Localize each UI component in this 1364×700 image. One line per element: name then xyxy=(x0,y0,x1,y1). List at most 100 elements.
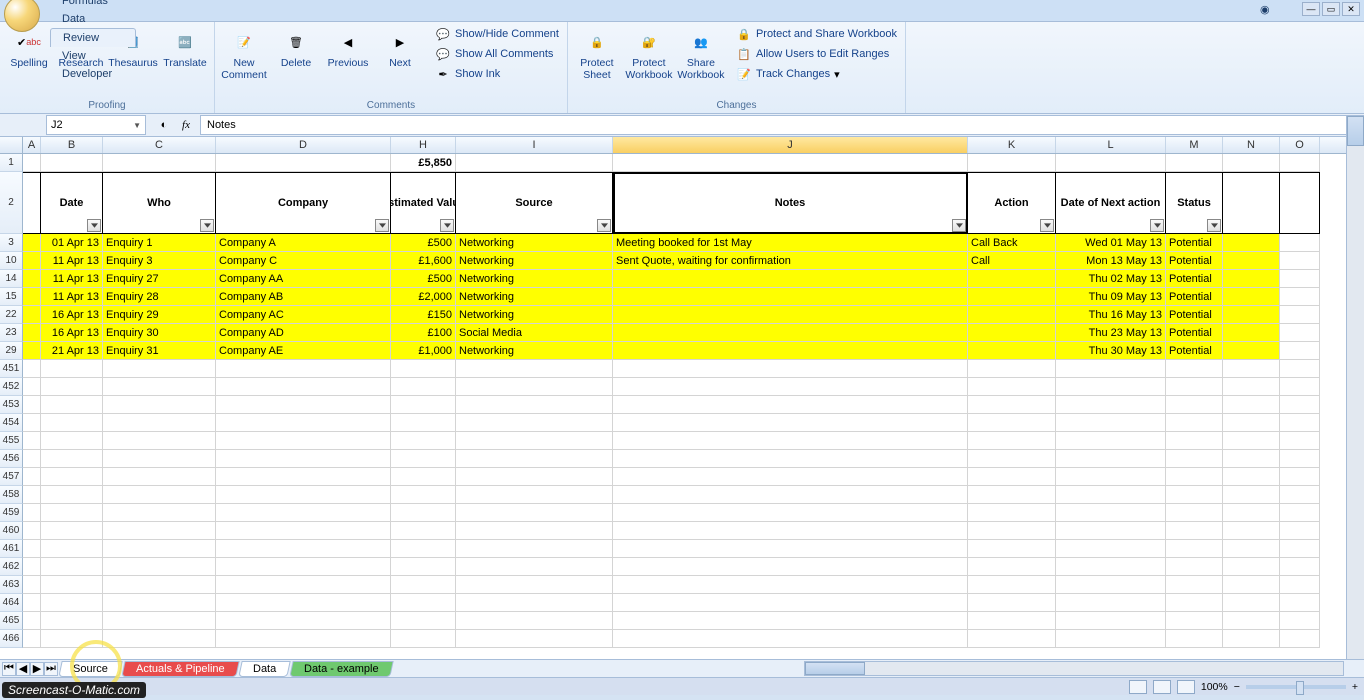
cell[interactable] xyxy=(968,540,1056,558)
cell[interactable] xyxy=(103,558,216,576)
cell[interactable] xyxy=(1056,540,1166,558)
cell[interactable] xyxy=(968,342,1056,360)
help-icon[interactable]: ◉ xyxy=(1260,3,1274,16)
cell[interactable] xyxy=(103,378,216,396)
column-header-C[interactable]: C xyxy=(103,137,216,153)
select-all-corner[interactable] xyxy=(0,137,23,153)
row-header-29[interactable]: 29 xyxy=(0,342,23,360)
row-header-454[interactable]: 454 xyxy=(0,414,23,432)
prev-sheet-button[interactable]: ◀ xyxy=(16,662,30,676)
cell[interactable]: Networking xyxy=(456,306,613,324)
cell[interactable] xyxy=(1056,414,1166,432)
cell[interactable] xyxy=(1223,432,1280,450)
cell[interactable] xyxy=(41,522,103,540)
cell[interactable] xyxy=(391,360,456,378)
cell[interactable] xyxy=(456,558,613,576)
sheet-tab-data-example[interactable]: Data - example xyxy=(289,661,393,677)
cell[interactable] xyxy=(968,594,1056,612)
cell[interactable] xyxy=(41,486,103,504)
cell[interactable] xyxy=(23,360,41,378)
cell[interactable] xyxy=(23,522,41,540)
cell[interactable] xyxy=(1223,288,1280,306)
protect-workbook-button[interactable]: 🔐Protect Workbook xyxy=(624,24,674,96)
cell[interactable] xyxy=(968,468,1056,486)
filter-button[interactable] xyxy=(87,219,101,232)
protect-sheet-button[interactable]: 🔒Protect Sheet xyxy=(572,24,622,96)
cell[interactable] xyxy=(391,450,456,468)
cell[interactable] xyxy=(1280,432,1320,450)
cell[interactable]: £5,850 xyxy=(391,154,456,172)
cell[interactable] xyxy=(23,450,41,468)
cell[interactable] xyxy=(1056,630,1166,648)
cell[interactable] xyxy=(1280,396,1320,414)
cell[interactable]: Company AD xyxy=(216,324,391,342)
cell[interactable] xyxy=(1166,576,1223,594)
name-box[interactable]: J2 ▼ xyxy=(46,115,146,135)
cell[interactable] xyxy=(391,540,456,558)
cell[interactable] xyxy=(391,612,456,630)
ribbon-tab-view[interactable]: View xyxy=(50,47,136,65)
cell[interactable] xyxy=(41,540,103,558)
horizontal-scrollbar[interactable] xyxy=(804,661,1344,676)
cell[interactable] xyxy=(216,468,391,486)
cell[interactable] xyxy=(456,450,613,468)
cell[interactable]: Action xyxy=(968,172,1056,234)
cell[interactable] xyxy=(1056,576,1166,594)
cell[interactable]: Company AB xyxy=(216,288,391,306)
cell[interactable]: Potential xyxy=(1166,270,1223,288)
cell[interactable] xyxy=(391,378,456,396)
cell[interactable] xyxy=(456,360,613,378)
cell[interactable] xyxy=(23,558,41,576)
protect-share-button[interactable]: 🔒Protect and Share Workbook xyxy=(732,24,901,44)
zoom-slider[interactable] xyxy=(1246,685,1346,689)
cell[interactable] xyxy=(103,576,216,594)
allow-edit-ranges-button[interactable]: 📋Allow Users to Edit Ranges xyxy=(732,44,901,64)
cell[interactable]: Enquiry 3 xyxy=(103,252,216,270)
cell[interactable] xyxy=(613,414,968,432)
cell[interactable] xyxy=(1056,558,1166,576)
cell[interactable] xyxy=(23,396,41,414)
cell[interactable]: Networking xyxy=(456,270,613,288)
cell[interactable] xyxy=(23,576,41,594)
row-header-466[interactable]: 466 xyxy=(0,630,23,648)
cell[interactable] xyxy=(613,432,968,450)
show-ink-button[interactable]: ✒Show Ink xyxy=(431,64,563,84)
cell[interactable]: 11 Apr 13 xyxy=(41,270,103,288)
formula-input[interactable]: Notes xyxy=(200,115,1364,135)
cell[interactable] xyxy=(613,594,968,612)
cell[interactable]: Networking xyxy=(456,252,613,270)
cell[interactable] xyxy=(1223,522,1280,540)
cell[interactable] xyxy=(216,576,391,594)
cell[interactable] xyxy=(456,468,613,486)
cell[interactable] xyxy=(1223,630,1280,648)
cell[interactable] xyxy=(216,450,391,468)
cell[interactable]: £2,000 xyxy=(391,288,456,306)
cell[interactable] xyxy=(23,172,41,234)
cell[interactable] xyxy=(1223,504,1280,522)
cell[interactable] xyxy=(613,468,968,486)
cell[interactable] xyxy=(103,504,216,522)
cell[interactable] xyxy=(613,558,968,576)
cell[interactable]: Sent Quote, waiting for confirmation xyxy=(613,252,968,270)
fx-button[interactable]: fx xyxy=(176,116,196,134)
cell[interactable] xyxy=(23,630,41,648)
row-header-451[interactable]: 451 xyxy=(0,360,23,378)
cell[interactable] xyxy=(613,630,968,648)
cell[interactable] xyxy=(1056,594,1166,612)
cell[interactable]: 11 Apr 13 xyxy=(41,252,103,270)
row-header-461[interactable]: 461 xyxy=(0,540,23,558)
cell[interactable] xyxy=(1280,252,1320,270)
row-header-453[interactable]: 453 xyxy=(0,396,23,414)
cell[interactable] xyxy=(968,270,1056,288)
cell[interactable] xyxy=(613,288,968,306)
cell[interactable] xyxy=(1223,558,1280,576)
row-header-465[interactable]: 465 xyxy=(0,612,23,630)
cell[interactable] xyxy=(456,576,613,594)
cell[interactable] xyxy=(216,486,391,504)
cell[interactable] xyxy=(1280,234,1320,252)
cell[interactable]: Enquiry 29 xyxy=(103,306,216,324)
column-header-A[interactable]: A xyxy=(23,137,41,153)
column-header-K[interactable]: K xyxy=(968,137,1056,153)
cell[interactable] xyxy=(1166,486,1223,504)
show-hide-comment-button[interactable]: 💬Show/Hide Comment xyxy=(431,24,563,44)
